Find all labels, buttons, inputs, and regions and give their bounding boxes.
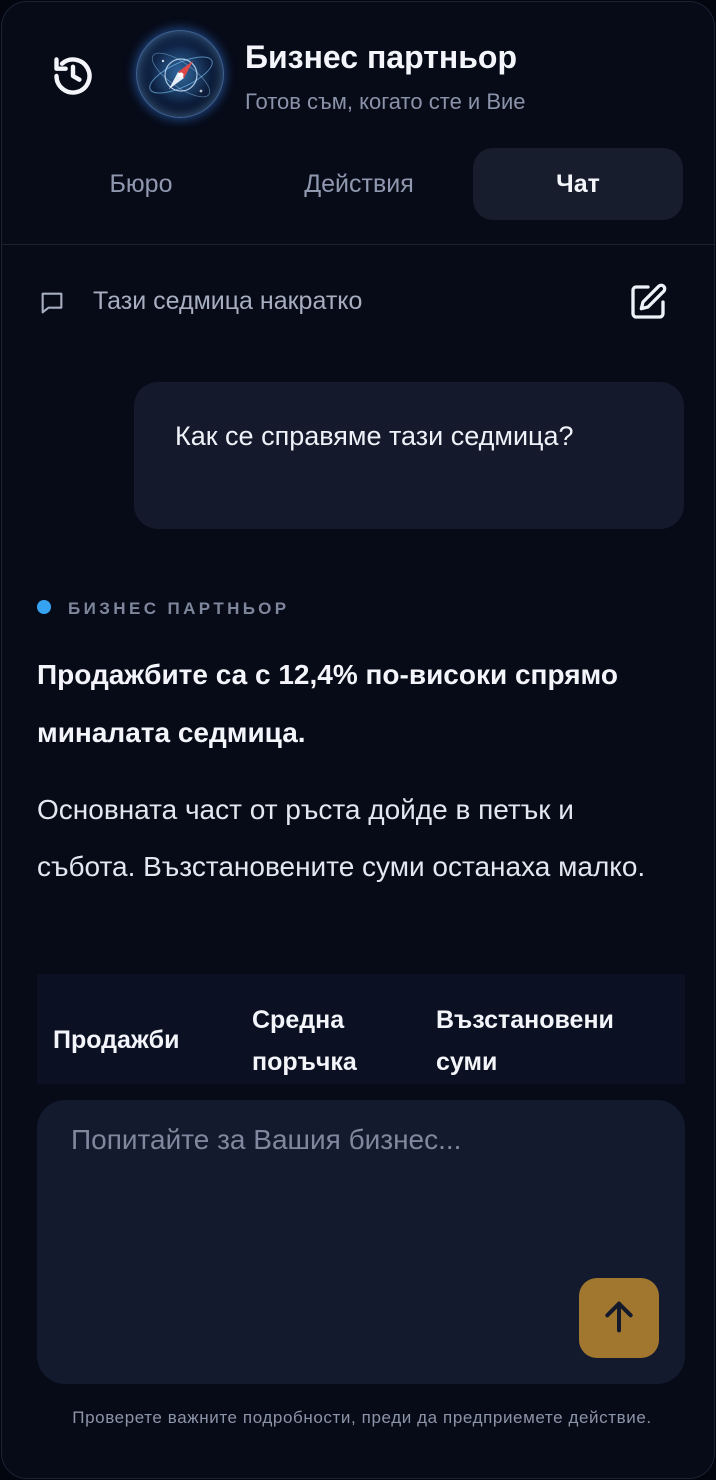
user-message: Как се справяме тази седмица? bbox=[134, 382, 684, 529]
agent-headline: Продажбите са с 12,4% по-високи спрямо м… bbox=[37, 659, 618, 748]
header-divider bbox=[2, 244, 714, 245]
arrow-up-icon bbox=[599, 1297, 639, 1340]
thread-title[interactable]: Тази седмица накратко bbox=[93, 287, 362, 316]
disclaimer: Проверете важните подробности, преди да … bbox=[72, 1408, 652, 1427]
send-button[interactable] bbox=[579, 1278, 659, 1358]
chat-bubble-icon bbox=[38, 289, 66, 317]
agent-title: Бизнес партньор bbox=[245, 39, 517, 75]
column-header-refunds: Възстановени суми bbox=[436, 1006, 614, 1076]
agent-body: Основната част от ръста дойде в петък и … bbox=[37, 794, 646, 882]
compass-icon bbox=[136, 30, 224, 118]
tab-chat[interactable]: Чат bbox=[473, 148, 683, 220]
tab-actions[interactable]: Действия bbox=[254, 148, 464, 220]
edit-icon[interactable] bbox=[628, 282, 668, 322]
metrics-table-header: Продажби Средна поръчка Възстановени сум… bbox=[37, 974, 685, 1084]
column-header-sales: Продажби bbox=[53, 1026, 180, 1054]
message-composer bbox=[37, 1100, 685, 1384]
agent-status: Готов съм, когато сте и Вие bbox=[245, 89, 526, 114]
history-button[interactable] bbox=[48, 52, 98, 102]
tab-desk[interactable]: Бюро bbox=[36, 148, 246, 220]
agent-indicator-dot bbox=[37, 600, 51, 614]
column-header-average-order: Средна поръчка bbox=[252, 1006, 357, 1076]
business-partner-panel: Бизнес партньор Готов съм, когато сте и … bbox=[1, 1, 715, 1479]
agent-label: БИЗНЕС ПАРТНЬОР bbox=[68, 599, 290, 618]
history-icon bbox=[51, 54, 95, 101]
